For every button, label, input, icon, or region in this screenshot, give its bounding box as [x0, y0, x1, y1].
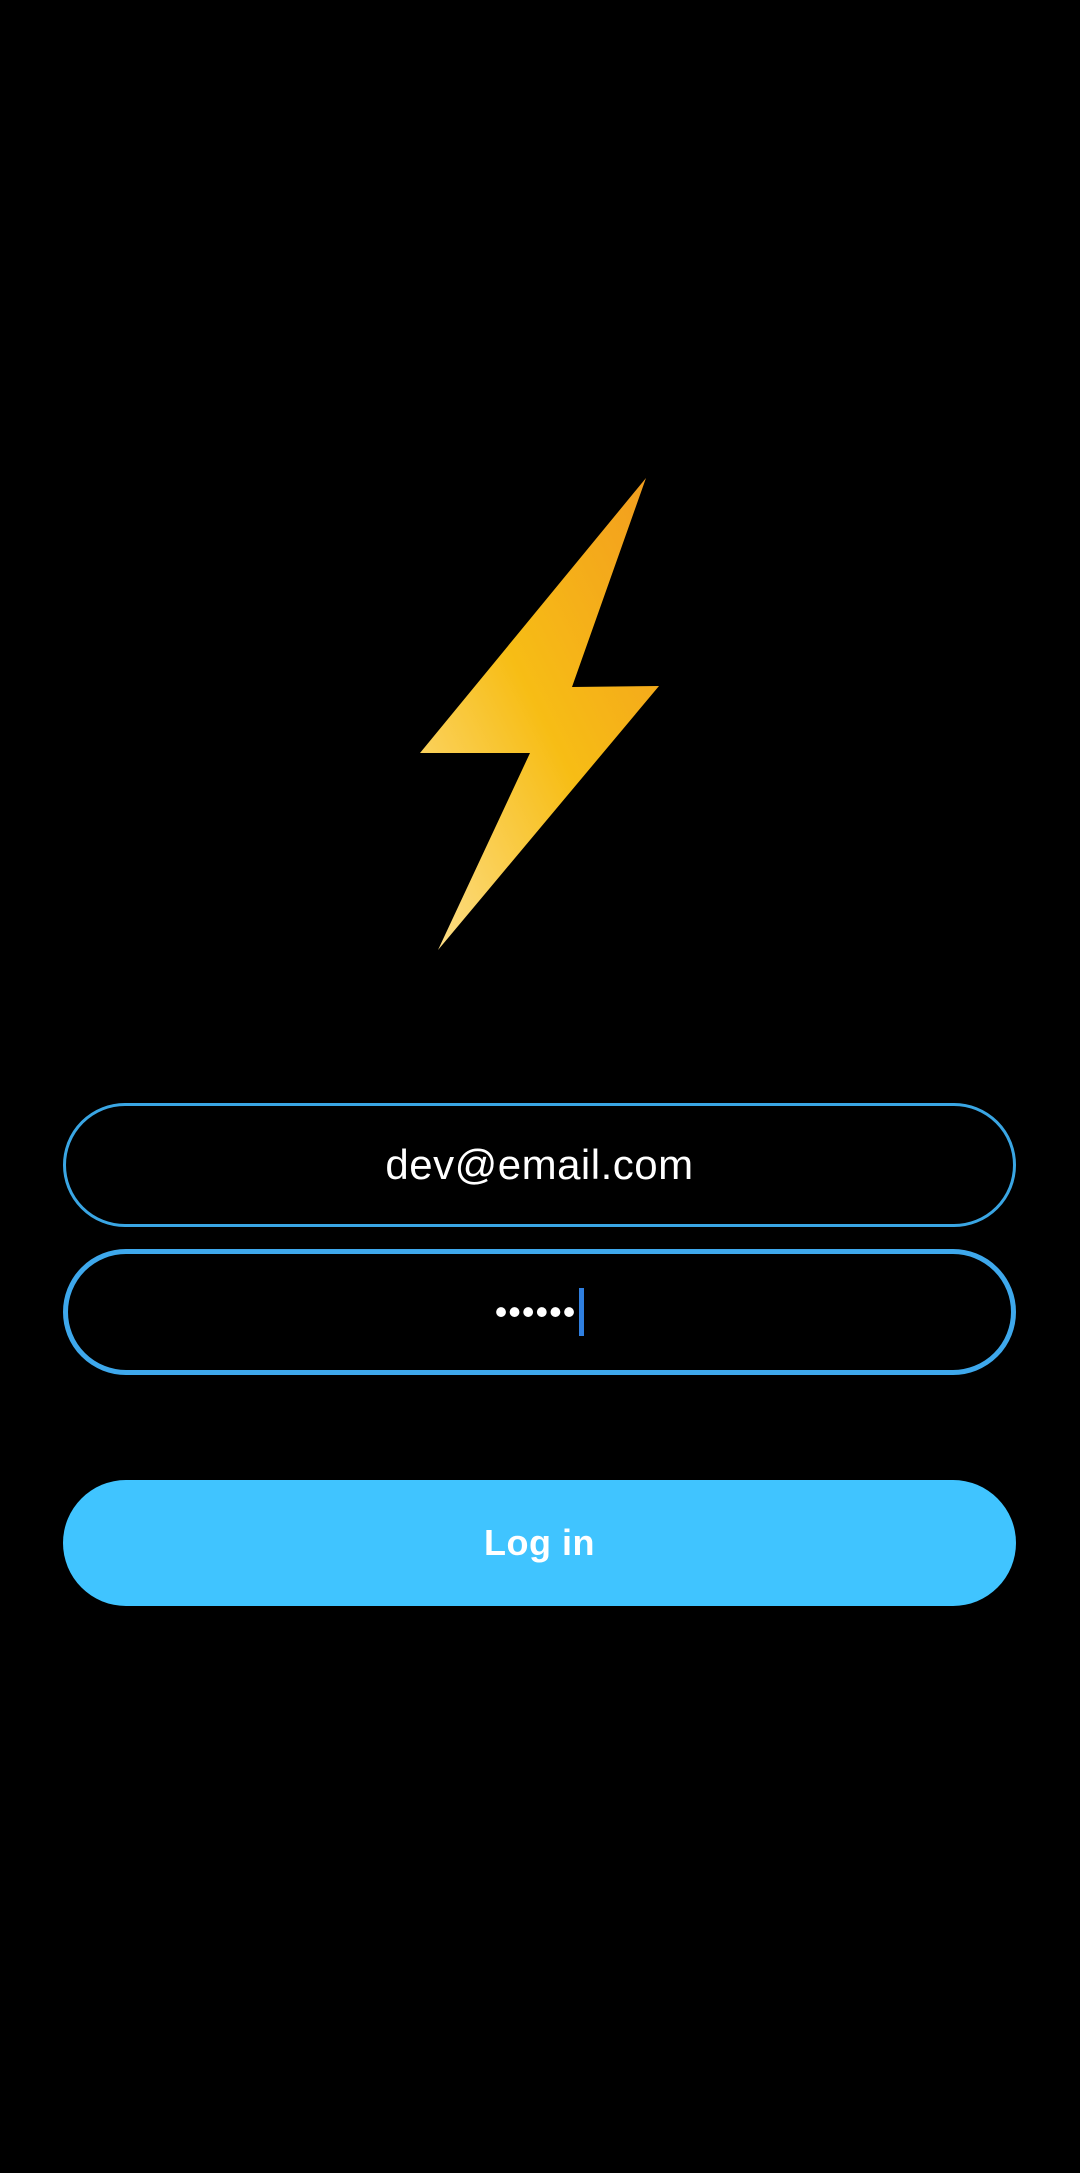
email-field[interactable]: dev@email.com — [63, 1103, 1016, 1227]
text-cursor — [579, 1288, 585, 1336]
email-value: dev@email.com — [385, 1141, 694, 1188]
password-field[interactable]: •••••• — [63, 1249, 1016, 1375]
login-button-label: Log in — [484, 1522, 595, 1563]
password-value: •••••• — [494, 1291, 577, 1332]
lightning-bolt-icon — [420, 476, 660, 952]
login-button[interactable]: Log in — [63, 1480, 1016, 1606]
